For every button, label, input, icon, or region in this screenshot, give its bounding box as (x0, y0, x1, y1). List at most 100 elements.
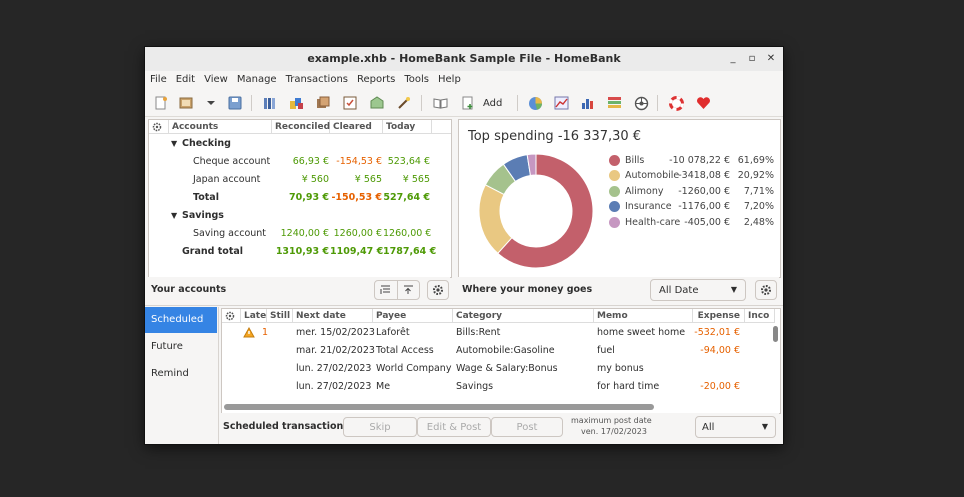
legend-percent: 7,71% (743, 186, 774, 197)
category: Wage & Salary:Bonus (456, 363, 558, 374)
account-today: 523,64 € (387, 156, 430, 167)
add-transaction-icon[interactable] (460, 95, 476, 111)
menu-reports[interactable]: Reports (353, 71, 399, 89)
date-range-dropdown[interactable]: All Date ▼ (650, 279, 746, 301)
legend-amount: -1260,00 € (678, 186, 730, 197)
open-file-icon[interactable] (178, 95, 194, 111)
budget-report-icon[interactable] (606, 95, 622, 111)
legend-item[interactable]: Automobile -3418,08 € 20,92% (609, 168, 774, 183)
group-row-savings[interactable]: ▼ Savings (149, 207, 451, 225)
next-date: mer. 15/02/2023 (296, 327, 375, 338)
header-category[interactable]: Category (453, 309, 594, 323)
spending-options-button[interactable] (755, 280, 777, 300)
schedule-icon[interactable] (342, 95, 358, 111)
next-date: lun. 27/02/2023 (296, 363, 372, 374)
total-label: Total (193, 192, 219, 203)
group-row-checking[interactable]: ▼ Checking (149, 135, 451, 153)
expander-icon[interactable]: ▼ (171, 207, 177, 225)
total-today: 527,64 € (383, 192, 430, 203)
vertical-scrollbar[interactable] (771, 324, 779, 404)
chevron-down-icon: ▼ (730, 285, 737, 294)
legend-swatch (609, 155, 620, 166)
list-settings-icon[interactable] (222, 309, 241, 323)
header-payee[interactable]: Payee (373, 309, 453, 323)
header-accounts[interactable]: Accounts (169, 120, 272, 134)
horizontal-scrollbar[interactable] (222, 403, 770, 411)
heart-icon[interactable] (695, 95, 711, 111)
menu-edit[interactable]: Edit (172, 71, 199, 89)
expand-all-icon[interactable] (375, 281, 398, 299)
table-row[interactable]: 1 mer. 15/02/2023 Laforêt Bills:Rent hom… (222, 324, 770, 342)
window-title: example.xhb - HomeBank Sample File - Hom… (307, 52, 621, 65)
expander-icon[interactable]: ▼ (171, 135, 177, 153)
accounts-options-button[interactable] (427, 280, 449, 300)
payees-icon[interactable] (288, 95, 304, 111)
header-memo[interactable]: Memo (594, 309, 693, 323)
schedule-filter-dropdown[interactable]: All ▼ (695, 416, 776, 438)
header-late[interactable]: Late (241, 309, 267, 323)
magic-wand-icon[interactable] (396, 95, 412, 111)
edit-post-button[interactable]: Edit & Post (417, 417, 491, 437)
pie-report-icon[interactable] (527, 95, 543, 111)
skip-button[interactable]: Skip (343, 417, 417, 437)
account-row[interactable]: Japan account ¥ 560 ¥ 565 ¥ 565 (149, 171, 451, 189)
header-still[interactable]: Still (267, 309, 293, 323)
tab-remind[interactable]: Remind (145, 361, 217, 387)
header-today[interactable]: Today (383, 120, 432, 134)
vehicle-cost-icon[interactable] (633, 95, 649, 111)
accounts-settings-icon[interactable] (149, 120, 169, 134)
table-row[interactable]: mar. 21/02/2023 Total Access Automobile:… (222, 342, 770, 360)
menu-view[interactable]: View (200, 71, 232, 89)
group-label: Checking (182, 138, 231, 149)
add-button-label[interactable]: Add (483, 98, 502, 109)
account-name: Saving account (193, 228, 267, 239)
accounts-icon[interactable] (262, 95, 278, 111)
memo: home sweet home (597, 327, 686, 338)
legend-item[interactable]: Health-care -405,00 € 2,48% (609, 215, 774, 230)
assign-icon[interactable] (369, 95, 385, 111)
save-icon[interactable] (227, 95, 243, 111)
legend-item[interactable]: Bills -10 078,22 € 61,69% (609, 153, 774, 168)
trend-report-icon[interactable] (553, 95, 569, 111)
header-reconciled[interactable]: Reconciled (272, 120, 330, 134)
account-row[interactable]: Saving account 1240,00 € 1260,00 € 1260,… (149, 225, 451, 243)
legend-swatch (609, 170, 620, 181)
chevron-down-icon[interactable] (203, 95, 219, 111)
legend-item[interactable]: Insurance -1176,00 € 7,20% (609, 199, 774, 214)
spending-footer-label: Where your money goes (462, 284, 593, 295)
help-lifebuoy-icon[interactable] (668, 95, 684, 111)
header-expense[interactable]: Expense (693, 309, 745, 323)
table-row[interactable]: lun. 27/02/2023 World Company Wage & Sal… (222, 360, 770, 378)
tab-future[interactable]: Future (145, 334, 217, 360)
close-button[interactable]: ✕ (763, 51, 779, 67)
menu-help[interactable]: Help (434, 71, 465, 89)
balance-report-icon[interactable] (579, 95, 595, 111)
grand-total-reconciled: 1310,93 € (275, 246, 329, 257)
header-income[interactable]: Inco (745, 309, 775, 323)
menu-file[interactable]: File (146, 71, 171, 89)
account-name: Cheque account (193, 156, 271, 167)
legend-label: Bills (625, 155, 645, 166)
title-bar[interactable]: example.xhb - HomeBank Sample File - Hom… (145, 47, 783, 72)
memo: fuel (597, 345, 615, 356)
account-row[interactable]: Cheque account 66,93 € -154,53 € 523,64 … (149, 153, 451, 171)
header-cleared[interactable]: Cleared (330, 120, 383, 134)
collapse-all-icon[interactable] (398, 281, 420, 299)
tab-scheduled[interactable]: Scheduled (145, 307, 217, 333)
menu-tools[interactable]: Tools (400, 71, 433, 89)
minimize-button[interactable]: _ (725, 51, 741, 67)
grand-total-today: 1787,64 € (383, 246, 437, 257)
table-row[interactable]: lun. 27/02/2023 Me Savings for hard time… (222, 378, 770, 396)
show-register-icon[interactable] (432, 95, 448, 111)
categories-icon[interactable] (315, 95, 331, 111)
header-next-date[interactable]: Next date (293, 309, 373, 323)
maximize-button[interactable]: ▫ (744, 51, 760, 67)
menu-manage[interactable]: Manage (233, 71, 281, 89)
post-button[interactable]: Post (491, 417, 563, 437)
max-post-label: maximum post date (571, 416, 652, 425)
payee: Laforêt (376, 327, 410, 338)
legend-swatch (609, 217, 620, 228)
menu-transactions[interactable]: Transactions (282, 71, 352, 89)
legend-item[interactable]: Alimony -1260,00 € 7,71% (609, 184, 774, 199)
new-file-icon[interactable] (153, 95, 169, 111)
